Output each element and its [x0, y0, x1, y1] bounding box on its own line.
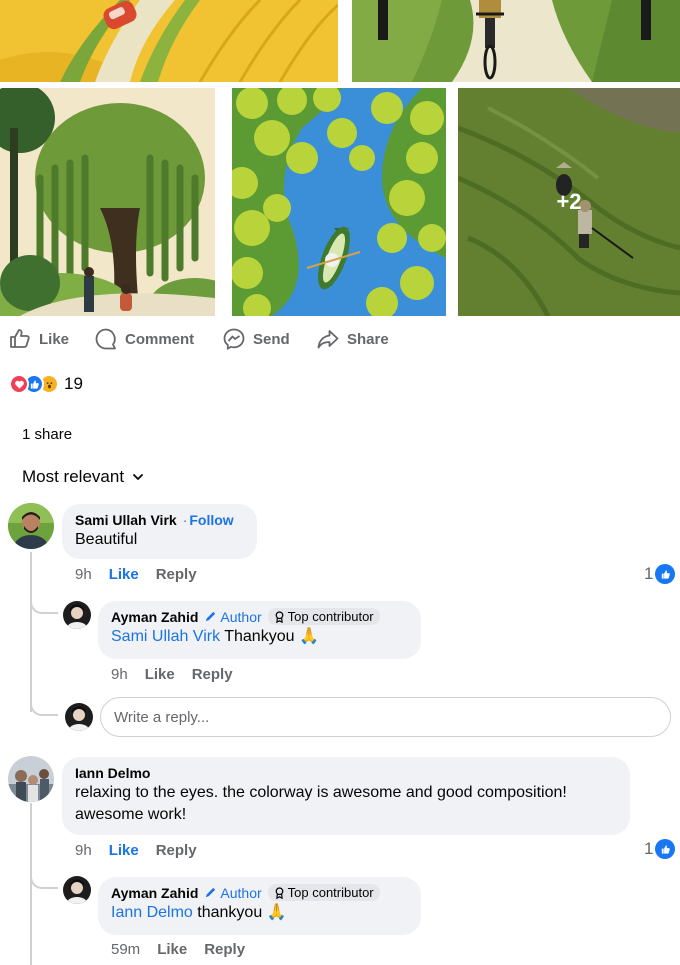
thumbs-up-icon	[10, 329, 30, 348]
reply-text: thankyou 🙏	[197, 904, 287, 921]
comment-text: Beautiful	[75, 531, 138, 548]
reply-meta: 59m Like Reply	[111, 941, 245, 958]
thread-connector	[30, 865, 58, 889]
share-label: Share	[347, 330, 389, 348]
mention-link[interactable]: Sami Ullah Virk	[111, 628, 220, 645]
reply-time[interactable]: 9h	[111, 666, 128, 683]
comment-time[interactable]: 9h	[75, 842, 92, 859]
follow-button[interactable]: Follow	[189, 512, 233, 528]
top-contributor-badge: Top contributor	[267, 884, 380, 901]
photo-gallery: +2	[0, 0, 680, 316]
share-arrow-icon	[317, 330, 339, 349]
photo-hillside-more[interactable]: +2	[458, 88, 680, 316]
post-action-bar: Like Comment Send Share	[0, 322, 680, 356]
reply-bubble: Ayman Zahid Author Top contributor Iann …	[98, 877, 421, 935]
photo-willow-tree[interactable]	[0, 88, 215, 316]
avatar[interactable]	[8, 503, 54, 549]
photo-canoe-river[interactable]	[232, 88, 446, 316]
author-badge: Author	[204, 608, 262, 625]
comment-bubble-icon	[95, 328, 116, 350]
thread-connector	[30, 700, 58, 716]
comment-like-button[interactable]: Like	[109, 842, 139, 859]
comment-like-button[interactable]: Like	[109, 566, 139, 583]
reply-like-button[interactable]: Like	[157, 941, 187, 958]
thumbs-up-icon	[655, 564, 676, 584]
author-badge-label: Author	[220, 884, 262, 901]
author-badge-label: Author	[220, 608, 262, 625]
comment-reply-button[interactable]: Reply	[156, 566, 197, 583]
like-count-number: 1	[644, 564, 654, 583]
comment-author[interactable]: Iann Delmo	[75, 765, 150, 781]
pencil-icon	[206, 887, 216, 898]
like-button[interactable]: Like	[8, 322, 69, 356]
comment-button[interactable]: Comment	[94, 322, 194, 356]
mention-link[interactable]: Iann Delmo	[111, 904, 193, 921]
comment-meta: 9h Like Reply	[75, 566, 197, 583]
reply-author[interactable]: Ayman Zahid	[111, 609, 198, 625]
comment-bubble: Sami Ullah Virk · Follow Beautiful	[62, 504, 257, 559]
reply-reply-button[interactable]: Reply	[192, 666, 233, 683]
reply-text: Thankyou 🙏	[224, 628, 319, 645]
pencil-icon	[206, 611, 216, 622]
comment-author[interactable]: Sami Ullah Virk	[75, 512, 177, 528]
like-label: Like	[39, 330, 70, 348]
reply-input[interactable]	[100, 697, 671, 737]
like-count-number: 1	[644, 839, 654, 858]
comment-like-count[interactable]: 1	[644, 564, 676, 584]
comment-sort-dropdown[interactable]: Most relevant	[22, 467, 144, 487]
chevron-down-icon	[133, 474, 143, 480]
award-icon	[275, 886, 284, 899]
messenger-icon	[223, 328, 245, 350]
comment-like-count[interactable]: 1	[644, 839, 676, 859]
comment-reply-button[interactable]: Reply	[156, 842, 197, 859]
reply-bubble: Ayman Zahid Author Top contributor Sami …	[98, 601, 421, 659]
reply-time[interactable]: 59m	[111, 941, 140, 958]
sort-label: Most relevant	[22, 467, 125, 486]
send-label: Send	[253, 330, 290, 348]
comment-bubble: Iann Delmo relaxing to the eyes. the col…	[62, 757, 630, 835]
more-photos-count: +2	[556, 189, 582, 214]
thread-line	[30, 552, 32, 712]
love-reaction-icon	[9, 374, 29, 394]
comment-text: relaxing to the eyes. the colorway is aw…	[75, 784, 567, 823]
avatar[interactable]	[63, 876, 91, 904]
top-contributor-label: Top contributor	[287, 885, 374, 900]
author-badge: Author	[204, 884, 262, 901]
comment-time[interactable]: 9h	[75, 566, 92, 583]
reply-like-button[interactable]: Like	[145, 666, 175, 683]
share-button[interactable]: Share	[316, 322, 389, 356]
avatar[interactable]	[63, 601, 91, 629]
reply-meta: 9h Like Reply	[111, 666, 233, 683]
reply-author[interactable]: Ayman Zahid	[111, 885, 198, 901]
avatar[interactable]	[8, 756, 54, 802]
award-icon	[275, 610, 284, 623]
send-button[interactable]: Send	[222, 322, 290, 356]
top-contributor-label: Top contributor	[287, 609, 374, 624]
separator-dot: ·	[182, 512, 188, 528]
thumbs-up-icon	[655, 839, 676, 859]
share-count[interactable]: 1 share	[22, 426, 72, 443]
photo-cyclist[interactable]	[352, 0, 680, 82]
reply-reply-button[interactable]: Reply	[204, 941, 245, 958]
more-photos-overlay[interactable]: +2	[458, 88, 680, 316]
reaction-count: 19	[64, 374, 83, 393]
top-contributor-badge: Top contributor	[267, 608, 380, 625]
comment-meta: 9h Like Reply	[75, 842, 197, 859]
thread-connector	[30, 590, 58, 614]
photo-car-road[interactable]	[0, 0, 338, 82]
current-user-avatar[interactable]	[65, 703, 93, 731]
comment-label: Comment	[125, 330, 195, 348]
reaction-summary[interactable]: 19	[9, 374, 83, 394]
